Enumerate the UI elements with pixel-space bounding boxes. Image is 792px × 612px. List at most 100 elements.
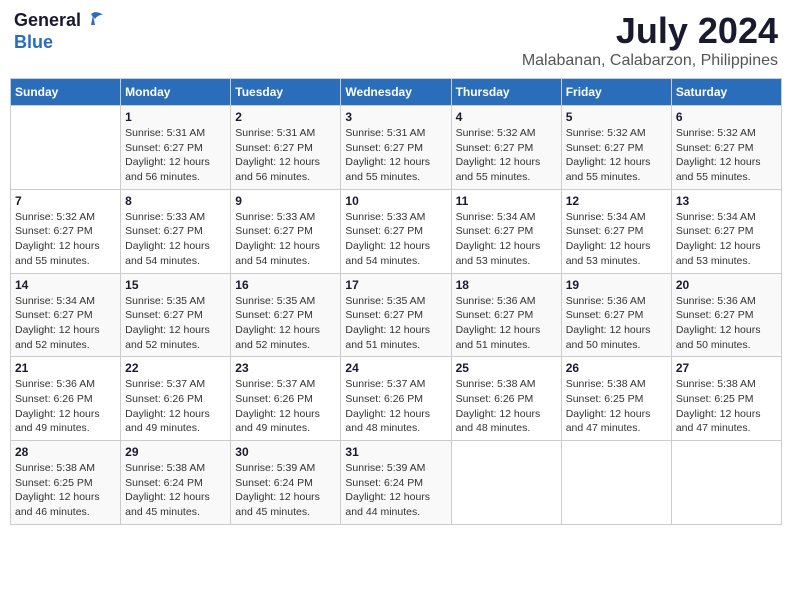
header-saturday: Saturday: [671, 79, 781, 106]
logo-blue-text: Blue: [14, 32, 53, 53]
day-number: 28: [15, 445, 116, 459]
header-thursday: Thursday: [451, 79, 561, 106]
day-number: 13: [676, 194, 777, 208]
day-info: Sunrise: 5:31 AM Sunset: 6:27 PM Dayligh…: [125, 126, 226, 185]
calendar-week-row: 1 Sunrise: 5:31 AM Sunset: 6:27 PM Daylig…: [11, 106, 782, 190]
day-info: Sunrise: 5:39 AM Sunset: 6:24 PM Dayligh…: [345, 461, 446, 520]
day-info: Sunrise: 5:32 AM Sunset: 6:27 PM Dayligh…: [456, 126, 557, 185]
day-info: Sunrise: 5:36 AM Sunset: 6:26 PM Dayligh…: [15, 377, 116, 436]
header-monday: Monday: [121, 79, 231, 106]
table-row: [561, 441, 671, 525]
header-tuesday: Tuesday: [231, 79, 341, 106]
day-number: 31: [345, 445, 446, 459]
logo-bird-icon: [83, 11, 103, 32]
table-row: 2Sunrise: 5:31 AM Sunset: 6:27 PM Daylig…: [231, 106, 341, 190]
table-row: [671, 441, 781, 525]
calendar-week-row: 21Sunrise: 5:36 AM Sunset: 6:26 PM Dayli…: [11, 357, 782, 441]
day-number: 15: [125, 278, 226, 292]
header-wednesday: Wednesday: [341, 79, 451, 106]
header-sunday: Sunday: [11, 79, 121, 106]
day-info: Sunrise: 5:37 AM Sunset: 6:26 PM Dayligh…: [125, 377, 226, 436]
day-info: Sunrise: 5:38 AM Sunset: 6:26 PM Dayligh…: [456, 377, 557, 436]
table-row: 25 Sunrise: 5:38 AM Sunset: 6:26 PM Dayli…: [451, 357, 561, 441]
day-info: Sunrise: 5:34 AM Sunset: 6:27 PM Dayligh…: [15, 294, 116, 353]
day-info: Sunrise: 5:31 AM Sunset: 6:27 PM Dayligh…: [345, 126, 446, 185]
page-title: July 2024: [522, 10, 778, 52]
table-row: 31 Sunrise: 5:39 AM Sunset: 6:24 PM Dayli…: [341, 441, 451, 525]
table-row: 23 Sunrise: 5:37 AM Sunset: 6:26 PM Dayli…: [231, 357, 341, 441]
day-info: Sunrise: 5:38 AM Sunset: 6:25 PM Dayligh…: [15, 461, 116, 520]
day-info: Sunrise: 5:37 AM Sunset: 6:26 PM Dayligh…: [345, 377, 446, 436]
day-number: 23: [235, 361, 336, 375]
table-row: 1 Sunrise: 5:31 AM Sunset: 6:27 PM Daylig…: [121, 106, 231, 190]
day-number: 30: [235, 445, 336, 459]
day-number: 29: [125, 445, 226, 459]
table-row: 17 Sunrise: 5:35 AM Sunset: 6:27 PM Dayli…: [341, 273, 451, 357]
day-number: 11: [456, 194, 557, 208]
day-info: Sunrise: 5:34 AM Sunset: 6:27 PM Dayligh…: [566, 210, 667, 269]
table-row: 18 Sunrise: 5:36 AM Sunset: 6:27 PM Dayli…: [451, 273, 561, 357]
day-info: Sunrise: 5:35 AM Sunset: 6:27 PM Dayligh…: [235, 294, 336, 353]
table-row: 14 Sunrise: 5:34 AM Sunset: 6:27 PM Dayli…: [11, 273, 121, 357]
day-number: 18: [456, 278, 557, 292]
table-row: 27 Sunrise: 5:38 AM Sunset: 6:25 PM Dayli…: [671, 357, 781, 441]
table-row: 26 Sunrise: 5:38 AM Sunset: 6:25 PM Dayli…: [561, 357, 671, 441]
table-row: 5Sunrise: 5:32 AM Sunset: 6:27 PM Daylig…: [561, 106, 671, 190]
day-number: 4: [456, 110, 557, 124]
day-number: 8: [125, 194, 226, 208]
day-number: 12: [566, 194, 667, 208]
day-info: Sunrise: 5:35 AM Sunset: 6:27 PM Dayligh…: [345, 294, 446, 353]
day-info: Sunrise: 5:31 AM Sunset: 6:27 PM Dayligh…: [235, 126, 336, 185]
table-row: 12 Sunrise: 5:34 AM Sunset: 6:27 PM Dayli…: [561, 189, 671, 273]
day-info: Sunrise: 5:36 AM Sunset: 6:27 PM Dayligh…: [566, 294, 667, 353]
day-number: 25: [456, 361, 557, 375]
day-number: 1: [125, 110, 226, 124]
day-number: 27: [676, 361, 777, 375]
day-info: Sunrise: 5:34 AM Sunset: 6:27 PM Dayligh…: [456, 210, 557, 269]
table-row: 9 Sunrise: 5:33 AM Sunset: 6:27 PM Daylig…: [231, 189, 341, 273]
table-row: 21Sunrise: 5:36 AM Sunset: 6:26 PM Dayli…: [11, 357, 121, 441]
page-subtitle: Malabanan, Calabarzon, Philippines: [522, 52, 778, 70]
day-info: Sunrise: 5:32 AM Sunset: 6:27 PM Dayligh…: [676, 126, 777, 185]
calendar-week-row: 28 Sunrise: 5:38 AM Sunset: 6:25 PM Dayli…: [11, 441, 782, 525]
table-row: 6Sunrise: 5:32 AM Sunset: 6:27 PM Daylig…: [671, 106, 781, 190]
table-row: 19Sunrise: 5:36 AM Sunset: 6:27 PM Dayli…: [561, 273, 671, 357]
day-number: 14: [15, 278, 116, 292]
title-area: July 2024 Malabanan, Calabarzon, Philipp…: [522, 10, 778, 70]
header-friday: Friday: [561, 79, 671, 106]
calendar-header-row: Sunday Monday Tuesday Wednesday Thursday…: [11, 79, 782, 106]
day-info: Sunrise: 5:38 AM Sunset: 6:25 PM Dayligh…: [566, 377, 667, 436]
day-number: 26: [566, 361, 667, 375]
table-row: 7 Sunrise: 5:32 AM Sunset: 6:27 PM Daylig…: [11, 189, 121, 273]
day-info: Sunrise: 5:33 AM Sunset: 6:27 PM Dayligh…: [125, 210, 226, 269]
table-row: 30Sunrise: 5:39 AM Sunset: 6:24 PM Dayli…: [231, 441, 341, 525]
table-row: 16Sunrise: 5:35 AM Sunset: 6:27 PM Dayli…: [231, 273, 341, 357]
table-row: 3 Sunrise: 5:31 AM Sunset: 6:27 PM Daylig…: [341, 106, 451, 190]
table-row: 4 Sunrise: 5:32 AM Sunset: 6:27 PM Daylig…: [451, 106, 561, 190]
day-number: 20: [676, 278, 777, 292]
calendar-week-row: 7 Sunrise: 5:32 AM Sunset: 6:27 PM Daylig…: [11, 189, 782, 273]
table-row: [451, 441, 561, 525]
day-number: 7: [15, 194, 116, 208]
day-info: Sunrise: 5:36 AM Sunset: 6:27 PM Dayligh…: [676, 294, 777, 353]
table-row: 29Sunrise: 5:38 AM Sunset: 6:24 PM Dayli…: [121, 441, 231, 525]
day-info: Sunrise: 5:33 AM Sunset: 6:27 PM Dayligh…: [345, 210, 446, 269]
header: General Blue July 2024 Malabanan, Calaba…: [10, 10, 782, 70]
day-info: Sunrise: 5:32 AM Sunset: 6:27 PM Dayligh…: [15, 210, 116, 269]
day-info: Sunrise: 5:33 AM Sunset: 6:27 PM Dayligh…: [235, 210, 336, 269]
table-row: 11 Sunrise: 5:34 AM Sunset: 6:27 PM Dayli…: [451, 189, 561, 273]
table-row: 10Sunrise: 5:33 AM Sunset: 6:27 PM Dayli…: [341, 189, 451, 273]
day-number: 9: [235, 194, 336, 208]
day-number: 17: [345, 278, 446, 292]
table-row: 22Sunrise: 5:37 AM Sunset: 6:26 PM Dayli…: [121, 357, 231, 441]
table-row: 28 Sunrise: 5:38 AM Sunset: 6:25 PM Dayli…: [11, 441, 121, 525]
day-info: Sunrise: 5:36 AM Sunset: 6:27 PM Dayligh…: [456, 294, 557, 353]
day-info: Sunrise: 5:38 AM Sunset: 6:25 PM Dayligh…: [676, 377, 777, 436]
table-row: 8 Sunrise: 5:33 AM Sunset: 6:27 PM Daylig…: [121, 189, 231, 273]
day-info: Sunrise: 5:37 AM Sunset: 6:26 PM Dayligh…: [235, 377, 336, 436]
day-number: 3: [345, 110, 446, 124]
day-info: Sunrise: 5:32 AM Sunset: 6:27 PM Dayligh…: [566, 126, 667, 185]
table-row: 20 Sunrise: 5:36 AM Sunset: 6:27 PM Dayli…: [671, 273, 781, 357]
day-info: Sunrise: 5:35 AM Sunset: 6:27 PM Dayligh…: [125, 294, 226, 353]
day-number: 24: [345, 361, 446, 375]
